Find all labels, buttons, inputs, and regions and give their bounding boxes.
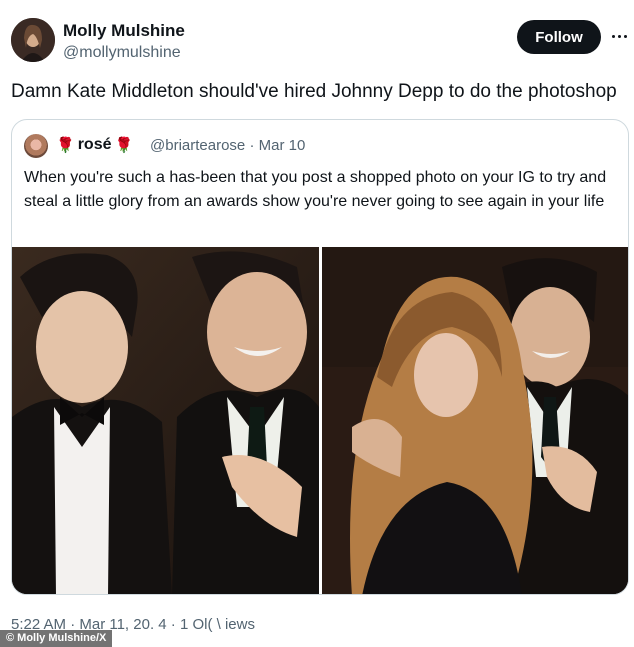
quoted-author-handle[interactable]: @briartearose — [150, 137, 245, 154]
quoted-author-name-text: rosé — [77, 136, 112, 153]
quoted-author-meta: @briartearose · Mar 10 — [150, 137, 305, 154]
quoted-tweet[interactable]: 🌹 rosé 🌹 @briartearose · Mar 10 When you… — [11, 119, 629, 595]
follow-button[interactable]: Follow — [517, 20, 601, 54]
image-watermark: © Molly Mulshine/X — [0, 630, 113, 647]
author-handle[interactable]: @mollymulshine — [63, 44, 181, 62]
rose-icon: 🌹 — [114, 137, 134, 154]
rose-icon: 🌹 — [56, 137, 75, 154]
quoted-tweet-text: When you're such a has-been that you pos… — [24, 169, 607, 210]
author-name[interactable]: Molly Mulshine — [63, 21, 185, 41]
quoted-author-avatar[interactable] — [24, 134, 48, 158]
quoted-author-name[interactable]: 🌹 rosé 🌹 — [56, 136, 133, 154]
quoted-tweet-header: 🌹 rosé 🌹 @briartearose · Mar 10 — [24, 134, 614, 158]
photo-right[interactable] — [322, 247, 628, 594]
photo-left[interactable] — [12, 247, 319, 594]
quoted-tweet-media[interactable] — [12, 247, 628, 594]
tweet-text: Damn Kate Middleton should've hired John… — [11, 81, 617, 102]
author-avatar[interactable] — [11, 18, 55, 62]
quoted-tweet-date[interactable]: Mar 10 — [259, 137, 306, 154]
tweet-header: Molly Mulshine @mollymulshine Follow — [11, 18, 627, 66]
more-options-icon[interactable] — [609, 24, 629, 48]
meta-separator: · — [249, 137, 255, 154]
